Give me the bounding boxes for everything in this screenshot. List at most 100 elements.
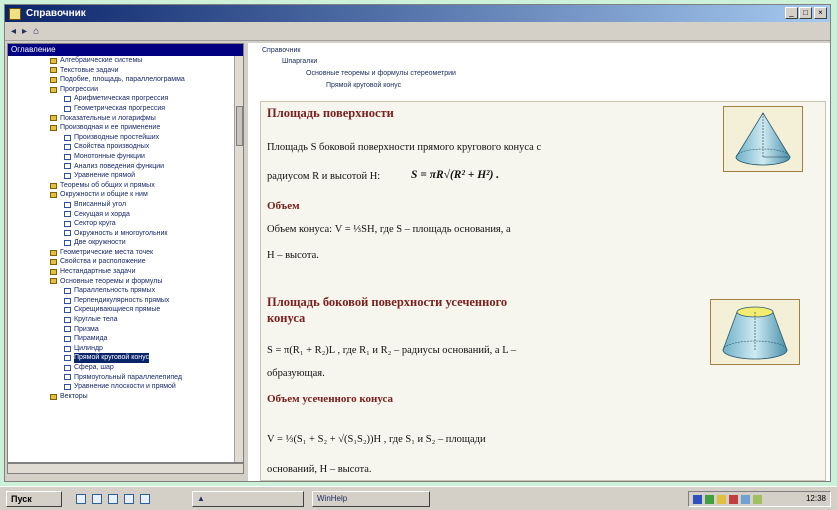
page-icon bbox=[64, 211, 71, 218]
tree-item-label: Геометрическая прогрессия bbox=[74, 104, 166, 112]
tree-item-label: Прямоугольный параллелепипед bbox=[74, 373, 182, 381]
volume-icon[interactable] bbox=[717, 495, 726, 504]
breadcrumb-level-3[interactable]: Основные теоремы и формулы стереометрии bbox=[306, 70, 456, 77]
taskbar-button-winhelp[interactable]: WinHelp bbox=[312, 491, 430, 507]
contents-header: Оглавление bbox=[8, 44, 243, 56]
tree-item-label: Теоремы об общих и прямых bbox=[60, 181, 155, 189]
frustum-icon bbox=[722, 306, 788, 360]
tree-page-item[interactable]: Параллельность прямых bbox=[8, 286, 243, 296]
tree-folder-item[interactable]: Текстовые задачи bbox=[8, 66, 243, 76]
tree-page-item[interactable]: Перпендикулярность прямых bbox=[8, 296, 243, 306]
app-window: Справочник _ □ × ◂ ▸ ⌂ Оглавление Алгебр… bbox=[4, 4, 831, 482]
maximize-button[interactable]: □ bbox=[799, 7, 812, 19]
tree-item-label: Нестандартные задачи bbox=[60, 268, 136, 276]
tree-item-label: Круглые тела bbox=[74, 316, 118, 324]
tree-folder-item[interactable]: Окружности и общие к ним bbox=[8, 190, 243, 200]
tree-page-item[interactable]: Уравнение прямой bbox=[8, 171, 243, 181]
tree-item-label: Сфера, шар bbox=[74, 364, 114, 371]
book-folder-icon bbox=[50, 249, 57, 256]
tree-page-item[interactable]: Арифметическая прогрессия bbox=[8, 94, 243, 104]
tray-app-icon[interactable] bbox=[753, 495, 762, 504]
tree-folder-item[interactable]: Основные теоремы и формулы bbox=[8, 277, 243, 287]
tree-page-item[interactable]: Прямой круговой конус bbox=[8, 353, 243, 363]
tree-page-item[interactable]: Анализ поведения функции bbox=[8, 162, 243, 172]
antivirus-icon[interactable] bbox=[729, 495, 738, 504]
page-icon bbox=[64, 240, 71, 247]
tree-page-item[interactable]: Круглые тела bbox=[8, 315, 243, 325]
tree-page-item[interactable]: Скрещивающиеся прямые bbox=[8, 305, 243, 315]
tree-page-item[interactable]: Геометрическая прогрессия bbox=[8, 104, 243, 114]
book-folder-icon bbox=[50, 278, 57, 285]
tree-item-label: Основные теоремы и формулы bbox=[60, 277, 163, 285]
page-icon bbox=[64, 336, 71, 343]
tree-page-item[interactable]: Сектор круга bbox=[8, 219, 243, 229]
book-folder-icon bbox=[50, 393, 57, 400]
tree-page-item[interactable]: Секущая и хорда bbox=[8, 210, 243, 220]
tree-page-item[interactable]: Свойства производных bbox=[8, 142, 243, 152]
breadcrumb-level-1[interactable]: Справочник bbox=[262, 47, 301, 54]
forward-arrow-icon[interactable]: ▸ bbox=[22, 26, 27, 37]
tree-folder-item[interactable]: Теоремы об общих и прямых bbox=[8, 181, 243, 191]
tree-item-label: Текстовые задачи bbox=[60, 66, 119, 74]
tree-folder-item[interactable]: Прогрессии bbox=[8, 85, 243, 95]
scrollbar-thumb[interactable] bbox=[236, 106, 243, 146]
tree-folder-item[interactable]: Геометрические места точек bbox=[8, 248, 243, 258]
browser-icon[interactable] bbox=[92, 494, 102, 504]
mail-icon[interactable] bbox=[124, 494, 134, 504]
page-icon bbox=[64, 96, 71, 103]
tree-folder-item[interactable]: Показательные и логарифмы bbox=[8, 114, 243, 124]
tree-folder-item[interactable]: Алгебраические системы bbox=[8, 56, 243, 66]
cone-icon bbox=[735, 112, 791, 166]
tree-folder-item[interactable]: Нестандартные задачи bbox=[8, 267, 243, 277]
title-bar: Справочник _ □ × bbox=[5, 5, 830, 22]
section-heading-frustum-volume: Объем усеченного конуса bbox=[267, 393, 394, 405]
breadcrumb-level-2[interactable]: Шпаргалки bbox=[282, 58, 317, 65]
page-icon bbox=[64, 374, 71, 381]
tree-page-item[interactable]: Призма bbox=[8, 325, 243, 335]
tree-page-item[interactable]: Монотонные функции bbox=[8, 152, 243, 162]
tree-item-label: Уравнение плоскости и прямой bbox=[74, 383, 176, 391]
horizontal-scrollbar[interactable] bbox=[7, 463, 244, 474]
tree-page-item[interactable]: Цилиндр bbox=[8, 344, 243, 354]
monitor-icon[interactable] bbox=[741, 495, 750, 504]
tree-item-label: Сектор круга bbox=[74, 220, 116, 228]
close-button[interactable]: × bbox=[814, 7, 827, 19]
tree-folder-item[interactable]: Свойства и расположение bbox=[8, 257, 243, 267]
vertical-scrollbar[interactable] bbox=[234, 56, 243, 462]
start-button[interactable]: Пуск bbox=[6, 491, 62, 507]
page-icon bbox=[64, 230, 71, 237]
breadcrumb-level-4[interactable]: Прямой круговой конус bbox=[326, 82, 401, 89]
tree-folder-item[interactable]: Векторы bbox=[8, 392, 243, 402]
volume-text: Объем конуса: V = ⅓SH, где S – площадь о… bbox=[267, 224, 511, 235]
tree-page-item[interactable]: Сфера, шар bbox=[8, 363, 243, 373]
tree-page-item[interactable]: Вписанный угол bbox=[8, 200, 243, 210]
tree-page-item[interactable]: Уравнение плоскости и прямой bbox=[8, 382, 243, 392]
tree-page-item[interactable]: Прямоугольный параллелепипед bbox=[8, 373, 243, 383]
explorer-icon[interactable] bbox=[108, 494, 118, 504]
page-icon bbox=[64, 345, 71, 352]
language-icon[interactable] bbox=[693, 495, 702, 504]
desktop-icon[interactable] bbox=[76, 494, 86, 504]
tree-page-item[interactable]: Окружность и многоугольник bbox=[8, 229, 243, 239]
page-icon bbox=[64, 297, 71, 304]
surface-area-formula: S = πR√(R² + H²) . bbox=[411, 169, 500, 181]
taskbar-button-help[interactable]: ▲ bbox=[192, 491, 304, 507]
tree-item-label: Уравнение прямой bbox=[74, 172, 136, 180]
tree-page-item[interactable]: Производные простейших bbox=[8, 133, 243, 143]
tree-folder-item[interactable]: Производная и ее применение bbox=[8, 123, 243, 133]
tree-item-label: Скрещивающиеся прямые bbox=[74, 306, 161, 314]
network-icon[interactable] bbox=[705, 495, 714, 504]
tree-item-label: Показательные и логарифмы bbox=[60, 114, 156, 122]
tree-item-label: Свойства производных bbox=[74, 143, 150, 151]
tree-page-item[interactable]: Две окружности bbox=[8, 238, 243, 248]
page-icon bbox=[64, 355, 71, 362]
page-icon bbox=[64, 105, 71, 112]
section-heading-surface-area: Площадь поверхности bbox=[267, 106, 394, 120]
book-folder-icon bbox=[50, 192, 57, 199]
tree-page-item[interactable]: Пирамида bbox=[8, 334, 243, 344]
back-arrow-icon[interactable]: ◂ bbox=[11, 26, 16, 37]
minimize-button[interactable]: _ bbox=[785, 7, 798, 19]
tree-folder-item[interactable]: Подобие, площадь, параллелограмма bbox=[8, 75, 243, 85]
home-icon[interactable]: ⌂ bbox=[33, 26, 39, 37]
app-icon[interactable] bbox=[140, 494, 150, 504]
